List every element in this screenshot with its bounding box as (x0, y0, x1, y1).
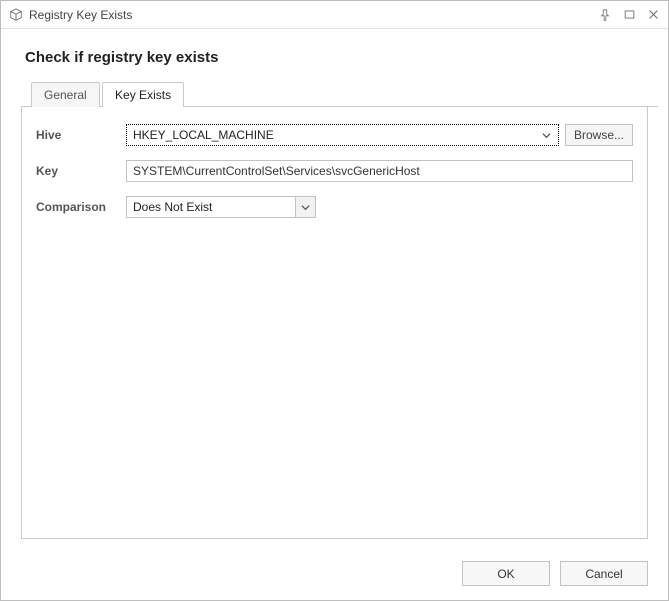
pin-icon[interactable] (598, 8, 612, 22)
dialog-window: Registry Key Exists Check if registry ke… (0, 0, 669, 601)
tab-panel-key-exists: Hive HKEY_LOCAL_MACHINE Browse... Key Co… (21, 107, 648, 539)
close-icon[interactable] (646, 8, 660, 22)
tab-general[interactable]: General (31, 82, 100, 107)
ok-button[interactable]: OK (462, 561, 550, 586)
hive-value: HKEY_LOCAL_MACHINE (133, 128, 540, 142)
cube-icon (9, 8, 23, 22)
title-bar: Registry Key Exists (1, 1, 668, 29)
comparison-value: Does Not Exist (133, 200, 295, 214)
chevron-down-icon[interactable] (540, 128, 554, 142)
row-comparison: Comparison Does Not Exist (36, 195, 633, 219)
tab-key-exists[interactable]: Key Exists (102, 82, 184, 107)
browse-button[interactable]: Browse... (565, 124, 633, 146)
window-title: Registry Key Exists (29, 8, 598, 22)
key-input[interactable] (126, 160, 633, 182)
row-key: Key (36, 159, 633, 183)
window-controls (598, 8, 660, 22)
tab-label: General (44, 88, 87, 102)
maximize-icon[interactable] (622, 8, 636, 22)
page-title: Check if registry key exists (25, 49, 648, 66)
hive-combobox[interactable]: HKEY_LOCAL_MACHINE (126, 124, 559, 146)
row-hive: Hive HKEY_LOCAL_MACHINE Browse... (36, 123, 633, 147)
tab-label: Key Exists (115, 88, 171, 102)
label-comparison: Comparison (36, 200, 126, 214)
label-hive: Hive (36, 128, 126, 142)
content-area: Check if registry key exists General Key… (1, 29, 668, 549)
cancel-button[interactable]: Cancel (560, 561, 648, 586)
comparison-combobox[interactable]: Does Not Exist (126, 196, 316, 218)
button-bar: OK Cancel (1, 549, 668, 600)
tab-strip: General Key Exists (31, 82, 648, 107)
chevron-down-icon[interactable] (295, 197, 315, 217)
label-key: Key (36, 164, 126, 178)
